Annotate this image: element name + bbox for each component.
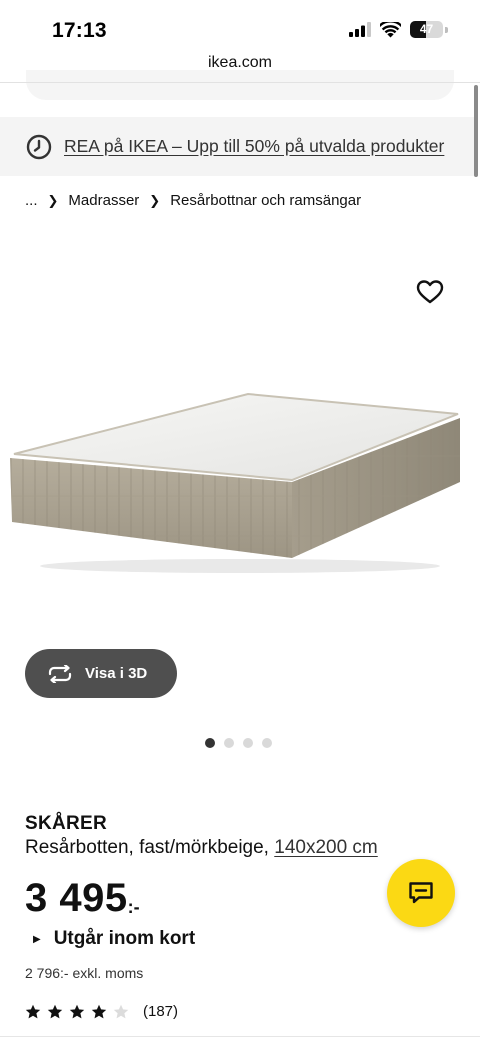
price-suffix: :- [127, 897, 140, 917]
signal-icon [349, 22, 371, 37]
product-size-link[interactable]: 140x200 cm [274, 837, 378, 858]
star-filled-icon [69, 1004, 85, 1018]
price-excl-vat: 2 796:- exkl. moms [25, 965, 144, 981]
battery-cap [445, 26, 448, 33]
chevron-right-icon: ❯ [47, 192, 59, 208]
product-price: 3 495 :- [25, 876, 140, 921]
bottom-divider [0, 1036, 480, 1037]
carousel-dot[interactable] [224, 738, 234, 748]
heart-outline-icon[interactable] [416, 279, 444, 305]
carousel-dots[interactable] [205, 738, 272, 748]
view-3d-label: Visa i 3D [85, 665, 148, 682]
status-bar: 17:13 47 [0, 0, 480, 56]
battery-percent: 47 [419, 22, 434, 36]
product-description-text: Resårbotten, fast/mörkbeige, [25, 837, 269, 858]
chevron-right-icon: ❯ [149, 192, 161, 208]
availability-toggle[interactable]: ▶ Utgår inom kort [33, 928, 195, 950]
product-description: Resårbotten, fast/mörkbeige, 140x200 cm [25, 837, 378, 859]
rating-stars [25, 1004, 129, 1020]
availability-label: Utgår inom kort [53, 928, 196, 949]
caret-right-icon: ▶ [33, 933, 41, 945]
url-divider [0, 82, 480, 83]
chat-bubble-icon [409, 882, 433, 904]
product-name: SKÅRER [25, 813, 108, 834]
status-time: 17:13 [52, 19, 107, 42]
breadcrumb-item-madrasser[interactable]: Madrasser [68, 192, 139, 209]
view-3d-button[interactable]: Visa i 3D [25, 649, 177, 698]
star-filled-icon [91, 1004, 107, 1018]
carousel-dot[interactable] [243, 738, 253, 748]
chat-button[interactable] [387, 859, 455, 927]
wifi-icon [380, 21, 401, 37]
star-filled-icon [25, 1004, 41, 1018]
promo-link[interactable]: REA på IKEA – Upp till 50% på utvalda pr… [64, 136, 444, 157]
status-icons: 47 [349, 21, 448, 38]
star-filled-icon [47, 1004, 63, 1018]
battery-icon: 47 [410, 21, 443, 38]
review-count: (187) [143, 1003, 179, 1020]
clock-icon [26, 134, 52, 159]
price-amount: 3 495 [25, 876, 128, 920]
search-bar-edge[interactable] [26, 70, 454, 100]
breadcrumb: ... ❯ Madrasser ❯ Resårbottnar och ramsä… [25, 192, 361, 209]
scrollbar-thumb[interactable] [474, 85, 478, 177]
carousel-dot[interactable] [205, 738, 215, 748]
carousel-dot[interactable] [262, 738, 272, 748]
star-empty-icon [113, 1004, 129, 1018]
promo-banner[interactable]: REA på IKEA – Upp till 50% på utvalda pr… [0, 117, 474, 176]
product-image[interactable] [0, 236, 480, 656]
breadcrumb-item-resarbottnar[interactable]: Resårbottnar och ramsängar [170, 192, 361, 209]
product-rating[interactable]: (187) [25, 1003, 178, 1020]
breadcrumb-ellipsis[interactable]: ... [25, 192, 38, 209]
rotate-arrows-icon [48, 664, 72, 683]
